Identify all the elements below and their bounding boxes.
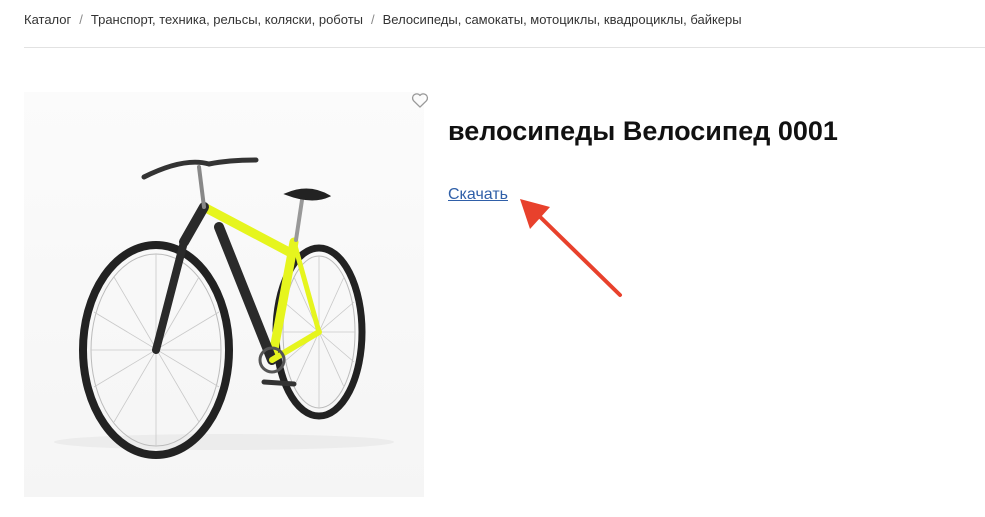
breadcrumb-item-transport[interactable]: Транспорт, техника, рельсы, коляски, роб…	[91, 12, 363, 27]
product-image	[24, 92, 424, 497]
divider	[24, 47, 985, 48]
breadcrumb: Каталог / Транспорт, техника, рельсы, коля…	[24, 12, 742, 27]
bicycle-image	[54, 157, 394, 459]
annotation-arrow-icon	[520, 199, 622, 297]
favorite-button[interactable]	[410, 90, 430, 110]
breadcrumb-separator: /	[371, 12, 375, 27]
breadcrumb-separator: /	[79, 12, 83, 27]
heart-icon	[411, 93, 429, 108]
page-title: велосипеды Велосипед 0001	[448, 116, 838, 146]
breadcrumb-item-catalog[interactable]: Каталог	[24, 12, 71, 27]
download-link[interactable]: Скачать	[448, 186, 508, 204]
breadcrumb-item-bicycles[interactable]: Велосипеды, самокаты, мотоциклы, квадроц…	[383, 12, 742, 27]
